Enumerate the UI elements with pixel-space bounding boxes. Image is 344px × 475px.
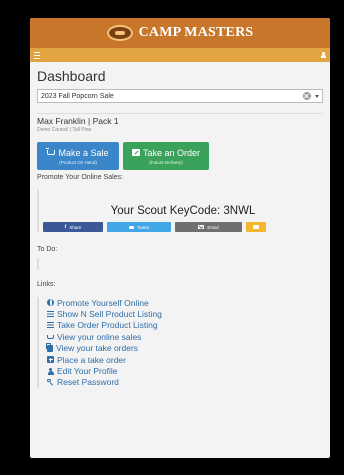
share-buttons: f Share Tweet Email	[43, 222, 323, 232]
cart-icon	[47, 335, 54, 340]
link-label: Place a take order	[57, 354, 126, 365]
share-facebook-button[interactable]: f Share	[43, 222, 103, 232]
take-order-button[interactable]: Take an Order (Future Delivery)	[123, 142, 209, 170]
sale-select-value: 2023 Fall Popcorn Sale	[41, 92, 114, 100]
brand-name: CAMP MASTERS	[138, 25, 254, 40]
link-label: Promote Yourself Online	[57, 297, 149, 308]
make-sale-sublabel: (Product On Hand)	[59, 159, 97, 165]
link-label: Take Order Product Listing	[57, 320, 158, 331]
hamburger-menu-icon[interactable]	[34, 51, 40, 59]
user-menu-icon[interactable]	[321, 52, 326, 58]
link-place-take-order[interactable]: Place a take order	[47, 354, 323, 365]
plus-square-icon	[47, 356, 54, 364]
list-icon	[47, 322, 54, 329]
todo-label: To Do:	[37, 246, 58, 253]
facebook-icon: f	[64, 224, 67, 230]
link-reset-password[interactable]: Reset Password	[47, 377, 323, 388]
documents-icon	[45, 343, 53, 352]
link-view-online-sales[interactable]: View your online sales	[47, 331, 323, 342]
take-order-main: Take an Order	[131, 147, 201, 158]
promote-panel: Your Scout KeyCode: 3NWL f Share Tweet E…	[37, 189, 323, 232]
share-facebook-label: Share	[69, 224, 82, 230]
promote-inner: Your Scout KeyCode: 3NWL f Share Tweet E…	[39, 189, 323, 232]
share-twitter-button[interactable]: Tweet	[107, 222, 171, 232]
take-order-label: Take an Order	[142, 147, 201, 158]
page-title: Dashboard	[37, 68, 106, 84]
key-icon	[47, 378, 54, 386]
take-order-sublabel: (Future Delivery)	[149, 159, 183, 165]
make-sale-button[interactable]: Make a Sale (Product On Hand)	[37, 142, 119, 170]
clear-selection-icon[interactable]	[303, 92, 311, 100]
twitter-icon	[128, 225, 134, 229]
nav-bar	[30, 48, 330, 62]
link-label: Show N Sell Product Listing	[57, 309, 162, 320]
link-view-take-orders[interactable]: View your take orders	[45, 343, 323, 354]
scout-keycode: Your Scout KeyCode: 3NWL	[110, 205, 256, 217]
link-take-order-listing[interactable]: Take Order Product Listing	[47, 320, 323, 331]
link-show-n-sell-listing[interactable]: Show N Sell Product Listing	[47, 308, 323, 319]
make-sale-main: Make a Sale	[46, 147, 109, 158]
share-email-button[interactable]: Email	[175, 222, 242, 232]
main-content: Dashboard 2023 Fall Popcorn Sale Max Fra…	[30, 68, 330, 389]
sale-actions: Make a Sale (Product On Hand) Take an Or…	[37, 142, 323, 170]
user-icon	[47, 367, 54, 375]
edit-square-icon	[131, 149, 140, 156]
app-header: CAMP MASTERS	[30, 18, 330, 48]
shopping-cart-icon	[46, 148, 56, 155]
link-label: Reset Password	[57, 377, 119, 388]
todo-panel	[37, 258, 39, 270]
scout-council: Demo Council | Tall Pine	[37, 127, 92, 133]
camp-masters-logo-icon	[106, 25, 133, 41]
message-icon	[253, 225, 259, 229]
links-list: Promote Yourself Online Show N Sell Prod…	[37, 297, 323, 389]
sale-select[interactable]: 2023 Fall Popcorn Sale	[37, 89, 323, 103]
make-sale-label: Make a Sale	[58, 147, 109, 158]
link-label: View your online sales	[57, 331, 142, 342]
divider	[37, 113, 323, 114]
link-edit-profile[interactable]: Edit Your Profile	[47, 365, 323, 376]
select-controls	[303, 92, 319, 100]
globe-icon	[47, 299, 54, 307]
chevron-down-icon[interactable]	[315, 94, 319, 98]
share-twitter-label: Tweet	[136, 224, 149, 230]
share-email-label: Email	[207, 224, 219, 230]
promote-label: Promote Your Online Sales:	[37, 174, 123, 181]
link-label: Edit Your Profile	[57, 366, 118, 377]
envelope-icon	[198, 225, 205, 229]
links-label: Links:	[37, 281, 56, 288]
list-icon	[47, 311, 54, 318]
app-screen: CAMP MASTERS Dashboard 2023 Fall Popcorn…	[30, 18, 330, 458]
link-promote-yourself[interactable]: Promote Yourself Online	[47, 297, 323, 308]
scout-name: Max Franklin | Pack 1	[37, 116, 119, 126]
link-label: View your take orders	[56, 343, 139, 354]
share-sms-button[interactable]	[246, 222, 266, 232]
